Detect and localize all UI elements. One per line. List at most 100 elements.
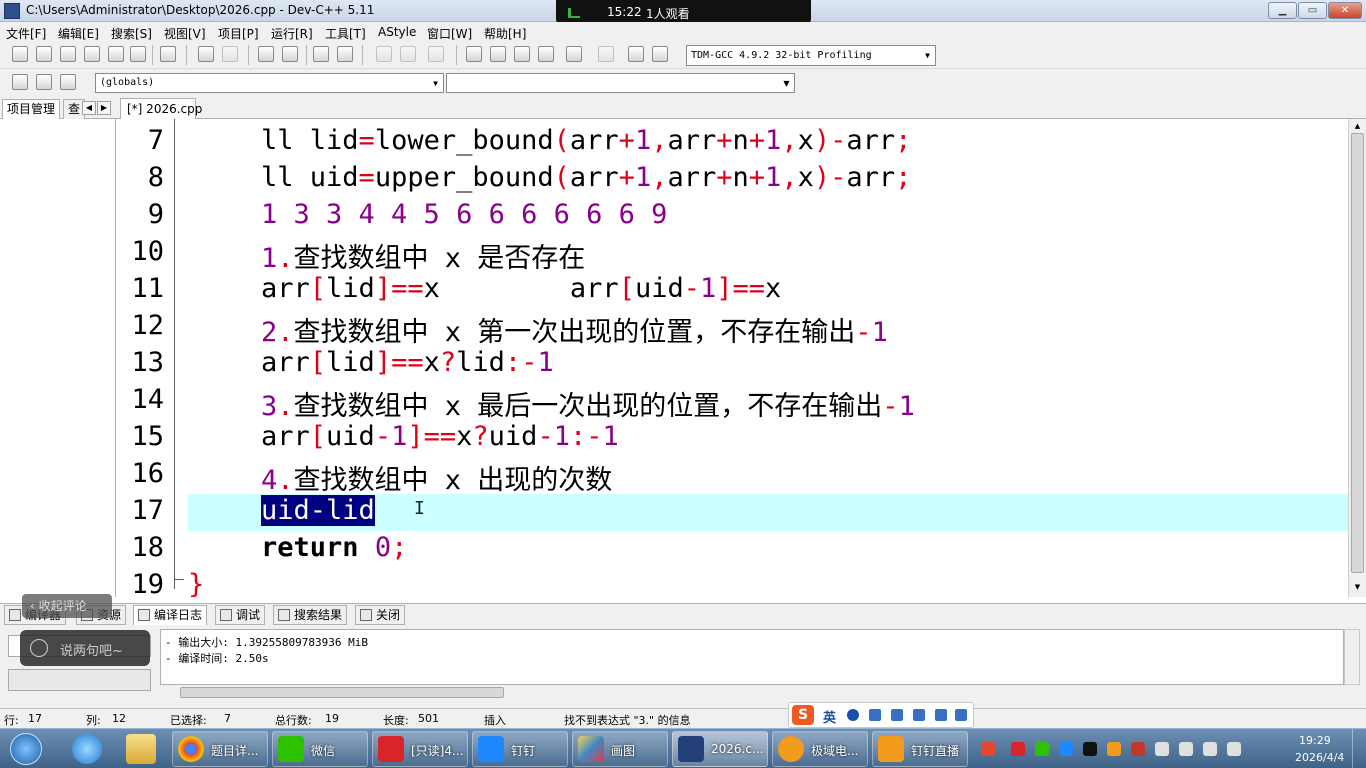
stop-icon[interactable] [598, 46, 614, 62]
wechat-tray-icon[interactable] [1035, 742, 1049, 756]
flag-tray-icon[interactable] [1227, 742, 1241, 756]
network-tray-icon[interactable] [1179, 742, 1193, 756]
tab-scroll-right-icon[interactable]: ▶ [97, 101, 111, 115]
explorer-pin[interactable] [118, 732, 164, 766]
punctuation-icon[interactable] [869, 709, 881, 721]
goto-icon[interactable] [36, 74, 52, 90]
code-editor[interactable]: 7 8 9 10 11 12 13 14 15 16 17 18 19 ll l… [116, 119, 1348, 597]
volume-tray-icon[interactable] [1203, 742, 1217, 756]
debug-icon [220, 609, 232, 621]
tab-file-2026[interactable]: [*] 2026.cpp [120, 98, 202, 120]
menu-window[interactable]: 窗口[W] [427, 25, 472, 42]
redo-icon[interactable] [222, 46, 238, 62]
task-dingtalk[interactable]: 钉钉 [472, 731, 568, 767]
project-add-icon[interactable] [400, 46, 416, 62]
tab-project-manager[interactable]: 项目管理 [2, 99, 61, 119]
scrollbar-thumb[interactable] [1351, 133, 1364, 573]
bookmark-icon[interactable] [60, 74, 76, 90]
line-number: 11 [131, 273, 164, 304]
moon-icon[interactable] [847, 709, 859, 721]
scroll-up-icon[interactable]: ▲ [1351, 120, 1364, 132]
project-remove-icon[interactable] [428, 46, 444, 62]
log-horizontal-scrollbar[interactable] [160, 685, 1344, 700]
compile-icon[interactable] [466, 46, 482, 62]
collapse-comments-button[interactable]: ‹ 收起评论 [22, 594, 112, 618]
task-dingtalk-live[interactable]: 钉钉直播 [872, 731, 968, 767]
delete-profile-icon[interactable] [652, 46, 668, 62]
dingtalk-tray-icon[interactable] [1059, 742, 1073, 756]
menu-astyle[interactable]: AStyle [378, 25, 416, 39]
chat-input[interactable]: 说两句吧~ [20, 630, 150, 666]
menu-edit[interactable]: 编辑[E] [58, 25, 99, 42]
undo-icon[interactable] [198, 46, 214, 62]
menu-view[interactable]: 视图[V] [164, 25, 206, 42]
menu-project[interactable]: 项目[P] [218, 25, 259, 42]
print-icon[interactable] [160, 46, 176, 62]
sogou-logo-icon[interactable]: S [792, 705, 814, 725]
ime-language[interactable]: 英 [823, 707, 836, 726]
save-all-icon[interactable] [84, 46, 100, 62]
task-paint[interactable]: 画图 [572, 731, 668, 767]
tab-scroll-left-icon[interactable]: ◀ [82, 101, 96, 115]
compile-run-icon[interactable] [514, 46, 530, 62]
tab-close[interactable]: 关闭 [355, 605, 406, 625]
scroll-down-icon[interactable]: ▼ [1351, 581, 1364, 593]
syntax-check-icon[interactable] [566, 46, 582, 62]
scope-select[interactable]: (globals) ▼ [95, 73, 444, 93]
editor-vertical-scrollbar[interactable]: ▲ ▼ [1348, 119, 1366, 597]
code-token: ] [407, 421, 424, 452]
new-file-icon[interactable] [12, 46, 28, 62]
app-tray-icon[interactable] [1131, 742, 1145, 756]
compile-log-output[interactable]: - 输出大小: 1.39255809783936 MiB - 编译时间: 2.5… [160, 629, 1344, 685]
task-wechat[interactable]: 微信 [272, 731, 368, 767]
tab-search-results[interactable]: 搜索结果 [273, 605, 348, 625]
insert-icon[interactable] [12, 74, 28, 90]
menu-tools[interactable]: 工具[T] [325, 25, 366, 42]
show-desktop-button[interactable] [1352, 729, 1366, 768]
start-button[interactable] [4, 731, 48, 767]
sogou-tray-icon[interactable] [981, 742, 995, 756]
unindent-icon[interactable] [337, 46, 353, 62]
minimize-button[interactable]: ▁ [1268, 2, 1297, 19]
keyboard-icon[interactable] [891, 709, 903, 721]
compiler-select[interactable]: TDM-GCC 4.9.2 32-bit Profiling ▼ [686, 45, 936, 66]
menu-help[interactable]: 帮助[H] [484, 25, 526, 42]
task-wps[interactable]: [只读]4... [372, 731, 468, 767]
run-icon[interactable] [490, 46, 506, 62]
wrench-icon[interactable] [955, 709, 967, 721]
profile-icon[interactable] [628, 46, 644, 62]
tab-debug[interactable]: 调试 [215, 605, 266, 625]
project-new-icon[interactable] [376, 46, 392, 62]
log-vertical-scrollbar[interactable] [1344, 629, 1360, 685]
menu-file[interactable]: 文件[F] [6, 25, 46, 42]
jiyu-tray-icon[interactable] [1107, 742, 1121, 756]
maximize-button[interactable]: ▭ [1298, 2, 1327, 19]
save-icon[interactable] [60, 46, 76, 62]
menu-run[interactable]: 运行[R] [271, 25, 313, 42]
skin-icon[interactable] [935, 709, 947, 721]
ime-toolbar[interactable]: S 英 [788, 702, 974, 728]
usb-tray-icon[interactable] [1155, 742, 1169, 756]
rebuild-icon[interactable] [538, 46, 554, 62]
indent-icon[interactable] [313, 46, 329, 62]
task-jiyu[interactable]: 极域电... [772, 731, 868, 767]
find-icon[interactable] [258, 46, 274, 62]
wps-tray-icon[interactable] [1011, 742, 1025, 756]
menu-search[interactable]: 搜索[S] [111, 25, 152, 42]
task-devcpp[interactable]: 2026.c... [672, 731, 768, 767]
tiktok-tray-icon[interactable] [1083, 742, 1097, 756]
scrollbar-thumb[interactable] [180, 687, 504, 698]
ie-pin[interactable] [64, 732, 110, 766]
code-token: x [797, 125, 814, 156]
close-button[interactable]: ✕ [1328, 2, 1362, 19]
open-file-icon[interactable] [36, 46, 52, 62]
replace-icon[interactable] [282, 46, 298, 62]
close-file-icon[interactable] [108, 46, 124, 62]
clock-time[interactable]: 19:29 [1299, 734, 1331, 747]
task-chrome[interactable]: 题目详... [172, 731, 268, 767]
close-all-icon[interactable] [130, 46, 146, 62]
user-icon[interactable] [913, 709, 925, 721]
tab-compile-log[interactable]: 编译日志 [133, 605, 208, 625]
clock-date[interactable]: 2026/4/4 [1295, 751, 1344, 764]
function-select[interactable]: ▼ [446, 73, 795, 93]
